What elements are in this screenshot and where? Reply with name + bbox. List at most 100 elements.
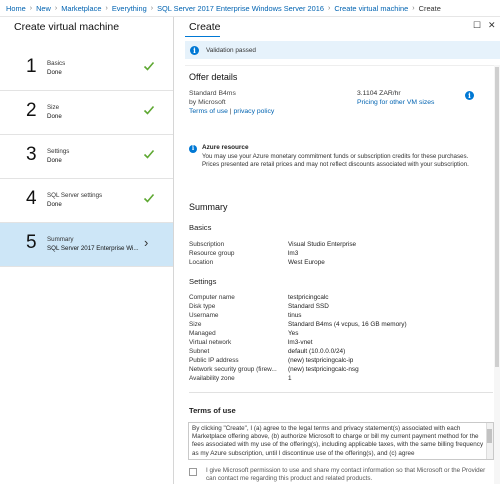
breadcrumb-sql-server[interactable]: SQL Server 2017 Enterprise Windows Serve… (157, 4, 324, 13)
breadcrumb-everything[interactable]: Everything (112, 4, 147, 13)
step-number: 2 (26, 100, 37, 121)
validation-message: Validation passed (206, 46, 256, 54)
summary-label: Managed (189, 330, 216, 337)
summary-label: Public IP address (189, 357, 239, 364)
offer-publisher: by Microsoft (189, 99, 226, 106)
consent-checkbox[interactable] (189, 468, 197, 476)
consent-text: I give Microsoft permission to use and s… (206, 467, 486, 483)
chevron-right-icon: › (144, 235, 149, 250)
pricing-other-sizes-link[interactable]: Pricing for other VM sizes (357, 99, 434, 106)
wizard-step-summary[interactable]: 5 Summary SQL Server 2017 Enterprise Wi.… (0, 223, 173, 267)
summary-value: (new) testpricingcalc-nsg (288, 366, 359, 373)
info-icon[interactable]: i (465, 91, 474, 100)
terms-text: By clicking "Create", I (a) agree to the… (192, 425, 484, 457)
summary-label: Computer name (189, 294, 235, 301)
info-icon: i (190, 45, 199, 55)
summary-label: Virtual network (189, 339, 232, 346)
summary-label: Resource group (189, 250, 235, 257)
blade-scrollbar[interactable] (494, 65, 500, 484)
blade-scroll-thumb[interactable] (495, 67, 499, 367)
step-number: 3 (26, 144, 37, 165)
validation-banner: i Validation passed (185, 41, 500, 59)
breadcrumb-home[interactable]: Home (6, 4, 26, 13)
step-title: SQL Server settings (47, 192, 103, 199)
terms-of-use-link[interactable]: Terms of use (189, 108, 228, 115)
summary-value: (new) testpricingcalc-ip (288, 357, 354, 364)
checkmark-icon (143, 193, 155, 203)
summary-label: Subnet (189, 348, 210, 355)
link-separator: | (229, 108, 232, 115)
azure-resource-text: You may use your Azure monetary commitme… (202, 153, 469, 168)
chevron-right-icon: › (29, 4, 33, 12)
chevron-right-icon: › (328, 4, 331, 12)
title-underline (185, 36, 220, 38)
chevron-right-icon: › (412, 4, 415, 12)
wizard-step-sql-settings[interactable]: 4 SQL Server settings Done (0, 179, 173, 223)
close-icon[interactable]: ✕ (488, 20, 496, 31)
summary-label: Availability zone (189, 375, 235, 382)
maximize-icon[interactable]: ☐ (473, 20, 481, 31)
step-title: Size (47, 104, 60, 111)
step-title: Summary (47, 236, 74, 243)
summary-value: testpricingcalc (288, 294, 329, 301)
step-number: 1 (26, 56, 37, 77)
breadcrumb: Home › New › Marketplace › Everything › … (0, 0, 500, 17)
summary-value: Standard SSD (288, 303, 329, 310)
blade-title: Create (189, 21, 221, 33)
privacy-policy-link[interactable]: privacy policy (233, 108, 274, 115)
summary-value: lm3 (288, 250, 299, 257)
offer-price: 3.1104 ZAR/hr (357, 90, 401, 97)
step-status: Done (47, 157, 62, 164)
checkmark-icon (143, 105, 155, 115)
summary-value: default (10.0.0.0/24) (288, 348, 346, 355)
breadcrumb-new[interactable]: New (36, 4, 51, 13)
offer-links: Terms of use | privacy policy (189, 108, 274, 115)
step-subtitle: SQL Server 2017 Enterprise Wi... (47, 245, 139, 252)
breadcrumb-create: Create (418, 3, 441, 13)
summary-value: Visual Studio Enterprise (288, 241, 357, 248)
summary-value: West Europe (288, 259, 325, 266)
wizard-title: Create virtual machine (14, 21, 120, 33)
create-blade: Create ☐ ✕ i Validation passed Offer det… (175, 17, 500, 484)
checkmark-icon (143, 149, 155, 159)
chevron-right-icon: › (150, 4, 154, 12)
settings-heading: Settings (189, 277, 217, 286)
info-icon: i (189, 145, 197, 153)
blade-content: Offer details Standard B4ms by Microsoft… (185, 65, 500, 484)
terms-scroll-thumb[interactable] (487, 429, 492, 443)
terms-text-box[interactable]: By clicking "Create", I (a) agree to the… (188, 422, 494, 460)
section-divider (189, 392, 493, 393)
breadcrumb-create-vm[interactable]: Create virtual machine (334, 4, 408, 13)
step-number: 4 (26, 188, 37, 209)
summary-label: Disk type (189, 303, 216, 310)
terms-scrollbar[interactable] (486, 423, 493, 459)
chevron-right-icon: › (54, 4, 58, 12)
wizard-panel: Create virtual machine 1 Basics Done 2 S… (0, 17, 174, 484)
azure-resource-title: Azure resource (202, 144, 249, 151)
wizard-step-basics[interactable]: 1 Basics Done (0, 47, 173, 91)
offer-details-heading: Offer details (189, 72, 238, 82)
wizard-step-size[interactable]: 2 Size Done (0, 91, 173, 135)
summary-label: Location (189, 259, 214, 266)
step-status: Done (47, 113, 62, 120)
breadcrumb-marketplace[interactable]: Marketplace (61, 4, 101, 13)
step-status: Done (47, 201, 62, 208)
checkmark-icon (143, 61, 155, 71)
summary-value: lm3-vnet (288, 339, 313, 346)
step-title: Basics (47, 60, 66, 67)
summary-value: Standard B4ms (4 vcpus, 16 GB memory) (288, 321, 407, 328)
offer-name: Standard B4ms (189, 90, 236, 97)
step-title: Settings (47, 148, 70, 155)
summary-value: Yes (288, 330, 299, 337)
chevron-right-icon: › (105, 4, 108, 12)
summary-value: 1 (288, 375, 292, 382)
summary-label: Network security group (firew... (189, 366, 277, 373)
summary-label: Username (189, 312, 219, 319)
wizard-step-settings[interactable]: 3 Settings Done (0, 135, 173, 179)
summary-label: Size (189, 321, 202, 328)
summary-heading: Summary (189, 202, 228, 212)
summary-label: Subscription (189, 241, 225, 248)
step-status: Done (47, 69, 62, 76)
step-number: 5 (26, 232, 37, 253)
basics-heading: Basics (189, 223, 212, 232)
